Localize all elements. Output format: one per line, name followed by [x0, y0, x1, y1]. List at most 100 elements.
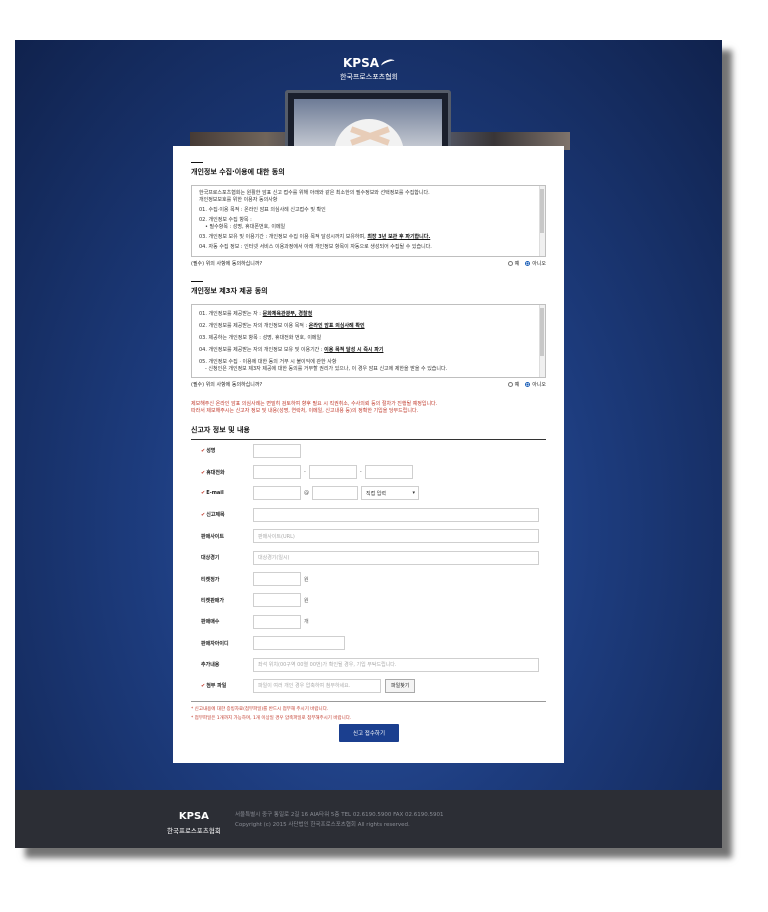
third-party-terms-box[interactable]: 01. 개인정보를 제공받는 자 : 문화체육관광부, 경찰청 02. 개인정보… [191, 304, 546, 378]
chevron-down-icon: ▾ [412, 490, 415, 497]
game-input[interactable]: 대상경기(일시) [253, 550, 539, 565]
terms-item: 02. 개인정보 수집 항목 : [199, 217, 252, 223]
field-label: 판매매수 [201, 619, 220, 626]
terms-item: 05. 개인정보 수집 · 이용에 대한 동의 거부 시 불이익에 관한 사항 [199, 359, 337, 365]
field-label: 판매사이트 [201, 533, 225, 540]
header-logo[interactable]: KPSA 한국프로스포츠협회 [334, 52, 404, 82]
form-notes: * 신고내용에 대한 증빙자료(첨부파일)를 반드시 첨부해 주시기 바랍니다.… [191, 700, 546, 723]
subject-input[interactable] [253, 507, 539, 522]
footer-address: 서울특별시 중구 통일로 2길 16 AIA타워 5층 TEL 02.6190.… [235, 812, 444, 818]
terms-item: 01. 수집·이용 목적 : 온라인 암표 의심사례 신고접수 및 확인 [199, 207, 326, 213]
privacy-collect-terms-box[interactable]: 한국프로스포츠협회는 원활한 암표 신고 접수를 위해 아래와 같은 최소한의 … [191, 185, 546, 257]
terms-intro: 한국프로스포츠협회는 원활한 암표 신고 접수를 위해 아래와 같은 최소한의 … [199, 190, 430, 196]
file-browse-button[interactable]: 파일찾기 [385, 678, 416, 693]
form-row-file: ✔첨부 파일 파일이 여러 개인 경우 압축하여 첨부하세요. 파일찾기 [191, 675, 546, 696]
field-label: ✔휴대전화 [201, 469, 225, 476]
terms-scrollbar[interactable] [539, 305, 545, 377]
email-id-input[interactable] [253, 486, 301, 501]
logo-org-name: 한국프로스포츠협회 [340, 73, 398, 81]
terms-item: 04. 자동 수집 정보 : 인터넷 서비스 이용과정에서 아래 개인정보 항목… [199, 244, 432, 250]
terms-item: 01. 개인정보를 제공받는 자 : [199, 311, 263, 317]
section-title-third-party: 개인정보 제3자 제공 동의 [191, 281, 546, 296]
unit-label: 원 [304, 597, 309, 604]
radio-selected-icon [525, 382, 531, 387]
required-check-icon: ✔ [201, 469, 206, 476]
unit-label: 개 [304, 619, 309, 626]
terms-intro2: 개인정보보호를 위한 이용자 동의사항 [199, 197, 278, 203]
terms-item: 04. 개인정보를 제공받는 자의 개인정보 보유 및 이용기간 : [199, 347, 325, 353]
phone-input-1[interactable] [253, 465, 301, 480]
unit-label: 원 [304, 576, 309, 583]
hero-image [190, 90, 570, 150]
quantity-input[interactable] [253, 614, 301, 629]
form-row-face-price: 티켓정가 원 [191, 568, 546, 589]
sale-price-input[interactable] [253, 593, 301, 608]
footer-logo[interactable]: KPSA 한국프로스포츠협회 [167, 804, 221, 835]
radio-no-label: 아니오 [532, 261, 546, 267]
required-check-icon: ✔ [201, 512, 206, 519]
logo-mark: KPSA [178, 811, 209, 822]
logo-mark: KPSA [342, 56, 380, 70]
field-label: 티켓판매가 [201, 597, 225, 604]
radio-yes-label: 예 [514, 382, 520, 388]
phone-separator: - [304, 469, 306, 476]
email-domain-input[interactable] [312, 486, 358, 501]
radio-yes-label: 예 [514, 261, 520, 267]
submit-report-button[interactable]: 신고 접수하기 [339, 724, 399, 742]
form-title: 신고자 정보 및 내용 [191, 425, 546, 440]
terms-item: 02. 개인정보를 제공받는 자의 개인정보 이용 목적 : [199, 323, 309, 329]
agree-question: (필수) 위의 사항에 동의하십니까? [191, 382, 263, 388]
radio-no-label: 아니오 [532, 382, 546, 388]
field-label: 대상경기 [201, 555, 220, 562]
required-check-icon: ✔ [201, 448, 206, 455]
required-check-icon: ✔ [201, 490, 206, 497]
report-form-panel: 개인정보 수집·이용에 대한 동의 한국프로스포츠협회는 원활한 암표 신고 접… [173, 146, 564, 763]
radio-yes-collect[interactable]: 예 [507, 260, 520, 267]
footer-info: 서울특별시 중구 통일로 2길 16 AIA타워 5층 TEL 02.6190.… [235, 810, 444, 830]
scrollbar-thumb[interactable] [540, 189, 544, 233]
field-label: 판매자아이디 [201, 640, 229, 647]
form-row-seller: 판매자아이디 [191, 633, 546, 654]
agree-question: (필수) 위의 사항에 동의하십니까? [191, 261, 263, 267]
email-domain-select[interactable]: 직접 입력 ▾ [361, 486, 419, 501]
logo-swoosh-icon [380, 57, 396, 70]
field-label: 추가내용 [201, 662, 220, 669]
footer-copyright: Copyright (c) 2015 사단법인 한국프로스포츠협회 All ri… [235, 822, 410, 828]
seller-id-input[interactable] [253, 636, 345, 651]
terms-item: 03. 개인정보 보유 및 이용기간 : 개인정보 수집 이용 목적 달성시까지… [199, 234, 366, 240]
terms-item: • 필수항목 : 성명, 휴대폰번호, 이메일 [205, 224, 286, 230]
field-label: 티켓정가 [201, 576, 220, 583]
form-row-email: ✔E-mail @ 직접 입력 ▾ [191, 483, 546, 504]
form-row-phone: ✔휴대전화 - - [191, 461, 546, 482]
scrollbar-thumb[interactable] [540, 308, 544, 356]
radio-circle-icon [507, 261, 513, 266]
form-row-quantity: 판매매수 개 [191, 611, 546, 632]
radio-yes-third-party[interactable]: 예 [507, 381, 520, 388]
terms-scrollbar[interactable] [539, 186, 545, 256]
extra-input[interactable]: 좌석 위치(00구역 00열 00번)가 확인될 경우, 기입 부탁드립니다. [253, 657, 539, 672]
notice-line: 제보해주신 온라인 암표 의심사례는 면밀히 검토하여 향후 필요 시 직권취소… [191, 401, 438, 407]
radio-no-third-party[interactable]: 아니오 [525, 381, 546, 388]
name-input[interactable] [253, 443, 301, 458]
form-row-subject: ✔신고제목 [191, 504, 546, 525]
agree-row-third-party: (필수) 위의 사항에 동의하십니까? 예 아니오 [191, 381, 546, 388]
form-row-name: ✔성명 [191, 440, 546, 461]
report-notice: 제보해주신 온라인 암표 의심사례는 면밀히 검토하여 향후 필요 시 직권취소… [191, 401, 546, 415]
phone-input-2[interactable] [308, 465, 357, 480]
radio-selected-icon [525, 261, 531, 266]
field-label: ✔신고제목 [201, 512, 225, 519]
section-title-privacy-collect: 개인정보 수집·이용에 대한 동의 [191, 162, 546, 177]
page-footer: KPSA 한국프로스포츠협회 서울특별시 중구 통일로 2길 16 AIA타워 … [15, 790, 722, 848]
terms-item: - 신청인은 개인정보 제3자 제공에 대한 동의를 거부할 권리가 있으나, … [205, 366, 448, 372]
site-input[interactable]: 판매사이트(URL) [253, 529, 539, 544]
field-label: ✔첨부 파일 [201, 683, 227, 690]
terms-item-emphasis: 온라인 암표 의심사례 확인 [308, 323, 365, 329]
phone-input-3[interactable] [364, 465, 413, 480]
face-price-input[interactable] [253, 572, 301, 587]
field-label: ✔성명 [201, 448, 216, 455]
radio-no-collect[interactable]: 아니오 [525, 260, 546, 267]
page-frame: KPSA 한국프로스포츠협회 개인정보 수집·이용에 대한 동의 한국프로스포츠… [15, 40, 722, 848]
form-row-sale-price: 티켓판매가 원 [191, 590, 546, 611]
file-path-input[interactable]: 파일이 여러 개인 경우 압축하여 첨부하세요. [253, 678, 381, 693]
form-row-game: 대상경기 대상경기(일시) [191, 547, 546, 568]
